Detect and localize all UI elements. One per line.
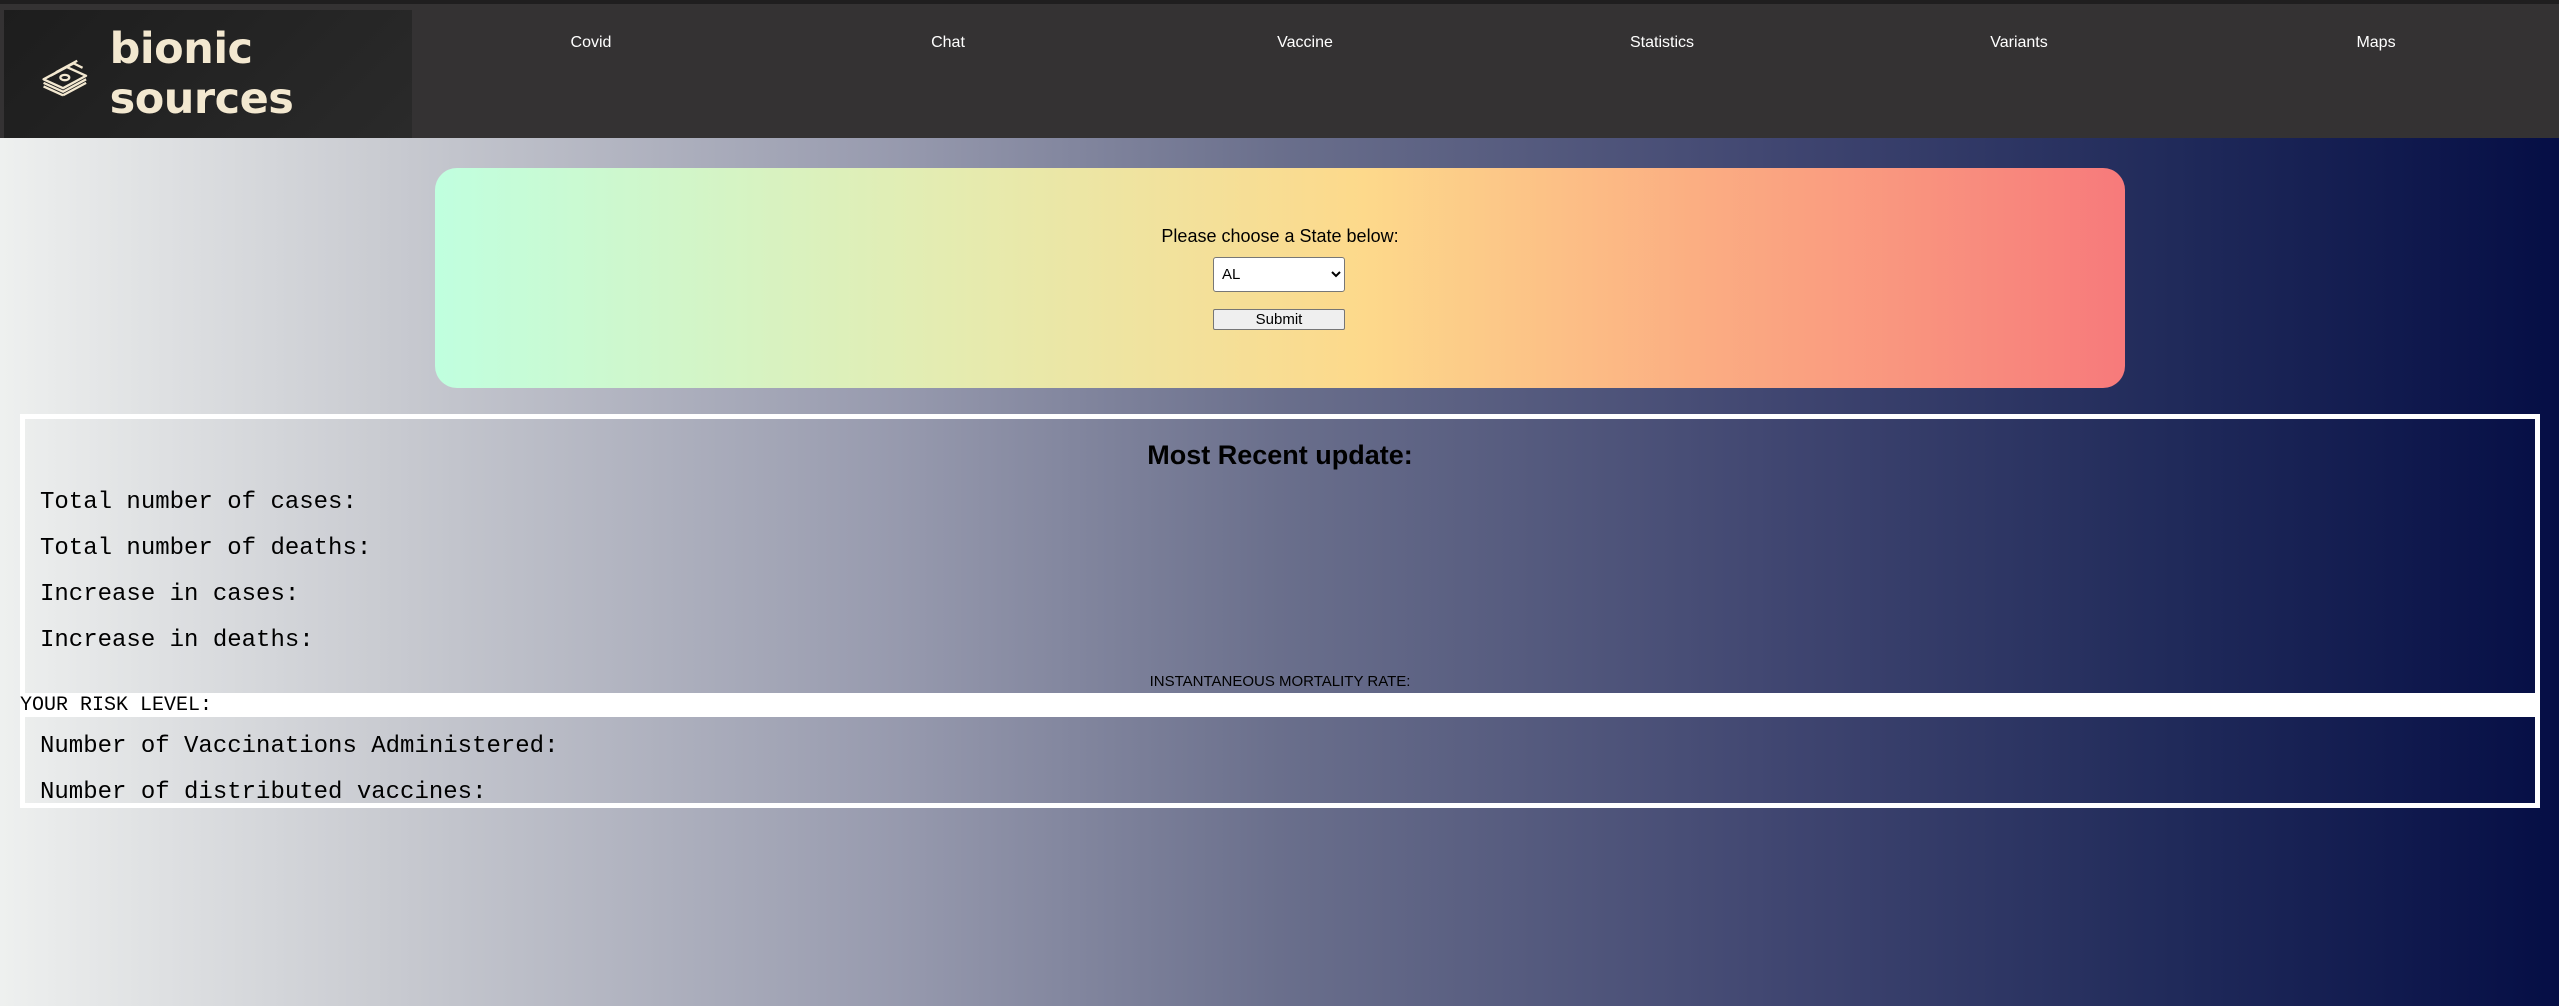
total-cases-label: Total number of cases:: [40, 489, 357, 516]
money-stack-icon: [42, 59, 88, 97]
nav-link-statistics[interactable]: Statistics: [1630, 34, 1694, 52]
increase-cases-label: Increase in cases:: [40, 581, 300, 608]
nav-link-variants[interactable]: Variants: [1990, 34, 2048, 52]
mortality-rate-label: INSTANTANEOUS MORTALITY RATE:: [1149, 673, 1411, 690]
nav-link-maps[interactable]: Maps: [2356, 34, 2395, 52]
logo-text: bionic sources: [109, 24, 294, 124]
distributed-vaccines-label: Number of distributed vaccines:: [40, 779, 487, 806]
state-select[interactable]: AL: [1213, 257, 1345, 292]
nav-link-covid[interactable]: Covid: [571, 34, 612, 52]
state-selection-panel: Please choose a State below: AL Submit: [435, 168, 2125, 388]
stats-title: Most Recent update:: [1147, 440, 1413, 470]
nav-link-chat[interactable]: Chat: [931, 34, 965, 52]
increase-deaths-label: Increase in deaths:: [40, 627, 314, 654]
site-logo[interactable]: bionic sources: [4, 10, 412, 138]
vaccinations-administered-label: Number of Vaccinations Administered:: [40, 733, 559, 760]
top-navigation-bar: bionic sources Covid Chat Vaccine Statis…: [0, 0, 2559, 138]
stats-panel: Most Recent update: Total number of case…: [20, 414, 2540, 808]
risk-level-strip: YOUR RISK LEVEL:: [20, 693, 2540, 717]
risk-level-label: YOUR RISK LEVEL:: [20, 694, 213, 717]
submit-button[interactable]: Submit: [1213, 309, 1345, 330]
state-prompt-label: Please choose a State below:: [1161, 226, 1399, 246]
nav-link-vaccine[interactable]: Vaccine: [1277, 34, 1333, 52]
total-deaths-label: Total number of deaths:: [40, 535, 372, 562]
